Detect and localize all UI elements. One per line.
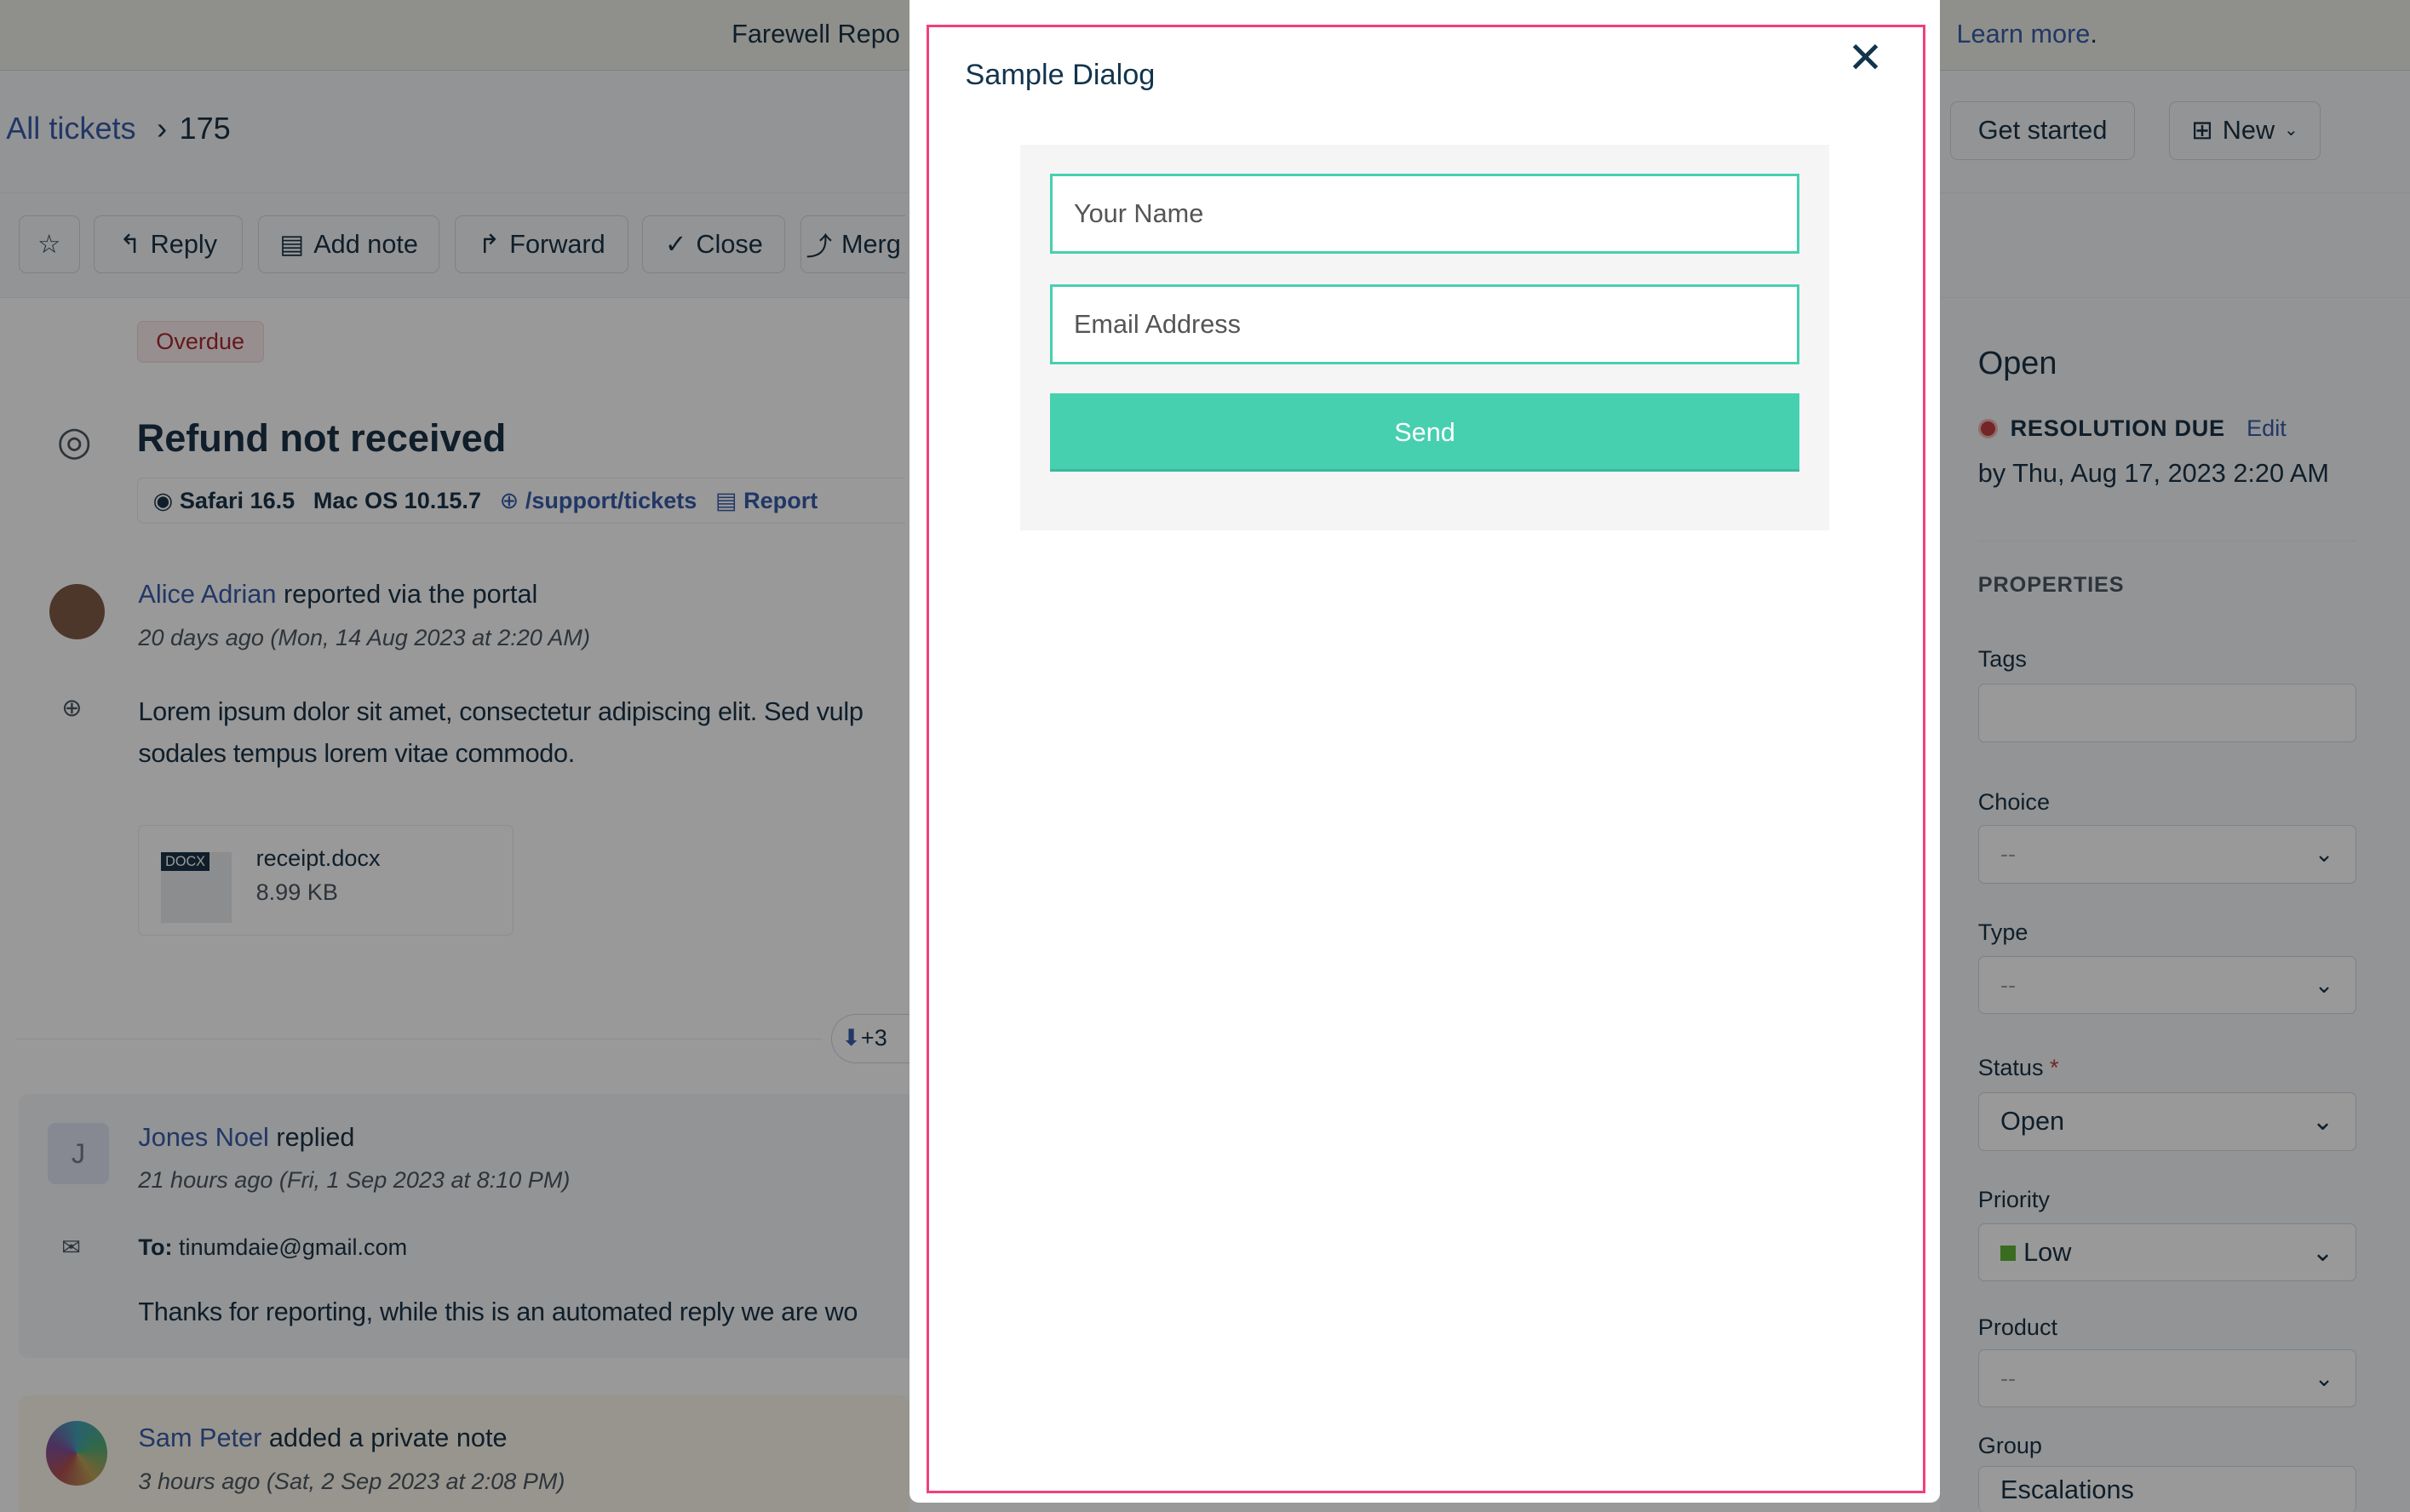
ticket-number: 175 bbox=[179, 110, 231, 146]
expand-conversations-button[interactable]: ⬇+3 bbox=[831, 1014, 910, 1063]
sam-avatar bbox=[46, 1421, 108, 1486]
forward-icon: ↱ bbox=[478, 228, 501, 259]
priority-label: Priority bbox=[1977, 1186, 2050, 1213]
to-label: To: bbox=[138, 1234, 173, 1261]
to-email: tinumdaie@gmail.com bbox=[179, 1234, 408, 1261]
message-action: added a private note bbox=[268, 1423, 508, 1453]
author-link[interactable]: Alice Adrian bbox=[138, 579, 276, 609]
reply-icon: ↰ bbox=[119, 228, 141, 259]
report-link[interactable]: ▤ Report bbox=[715, 487, 818, 514]
expand-count: +3 bbox=[860, 1023, 887, 1051]
add-note-label: Add note bbox=[313, 228, 418, 259]
docx-file-icon: DOCX bbox=[160, 851, 232, 923]
globe-icon: ⊕ bbox=[61, 694, 83, 722]
divider bbox=[15, 1039, 823, 1040]
chevron-down-icon: ⌄ bbox=[2314, 1364, 2334, 1391]
plus-square-icon: ⊞ bbox=[2191, 115, 2213, 146]
chevron-down-icon: ⌄ bbox=[2283, 121, 2298, 140]
group-label: Group bbox=[1977, 1432, 2042, 1459]
new-button[interactable]: ⊞ New ⌄ bbox=[2168, 101, 2321, 160]
status-heading: Open bbox=[1977, 346, 2057, 382]
message-body: Thanks for reporting, while this is an a… bbox=[138, 1297, 858, 1327]
overdue-dot-icon bbox=[1977, 418, 1999, 438]
chevron-down-icon: ⌄ bbox=[2311, 1106, 2334, 1137]
attachment-name: receipt.docx bbox=[255, 844, 381, 871]
source-url-link[interactable]: ⊕ /support/tickets bbox=[500, 487, 697, 514]
choice-label: Choice bbox=[1977, 788, 2051, 815]
message-time: 3 hours ago (Sat, 2 Sep 2023 at 2:08 PM) bbox=[138, 1467, 565, 1494]
edit-due-link[interactable]: Edit bbox=[2246, 415, 2287, 442]
message-body-cont: sodales tempus lorem vitae commodo. bbox=[138, 737, 575, 768]
jones-avatar: J bbox=[47, 1123, 110, 1185]
add-note-button[interactable]: ▤ Add note bbox=[258, 215, 440, 274]
message-time: 21 hours ago (Fri, 1 Sep 2023 at 8:10 PM… bbox=[138, 1166, 571, 1193]
ticket-title: Refund not received bbox=[136, 416, 507, 461]
email-input[interactable] bbox=[1049, 284, 1800, 364]
author-link[interactable]: Jones Noel bbox=[138, 1122, 268, 1152]
product-label: Product bbox=[1977, 1314, 2058, 1341]
learn-more-link[interactable]: Learn more bbox=[1957, 19, 2091, 49]
safari-meta: ◉ Safari 16.5 bbox=[152, 487, 296, 514]
message-body: Lorem ipsum dolor sit amet, consectetur … bbox=[138, 696, 864, 727]
type-select[interactable]: -- ⌄ bbox=[1977, 955, 2356, 1015]
merge-label: Merg bbox=[841, 228, 901, 259]
os-meta: Mac OS 10.15.7 bbox=[313, 487, 481, 514]
overdue-badge: Overdue bbox=[136, 321, 264, 363]
tags-label: Tags bbox=[1977, 645, 2027, 673]
mail-icon: ✉ bbox=[61, 1234, 81, 1261]
chevron-down-icon: ⌄ bbox=[2314, 971, 2334, 998]
note-icon: ▤ bbox=[279, 228, 305, 259]
globe-icon: ◎ bbox=[56, 418, 92, 463]
chevron-down-icon: ⌄ bbox=[2311, 1236, 2334, 1267]
status-select[interactable]: Open ⌄ bbox=[1977, 1092, 2356, 1151]
priority-select[interactable]: Low ⌄ bbox=[1977, 1223, 2356, 1282]
group-select[interactable]: Escalations bbox=[1977, 1465, 2356, 1512]
close-label: Close bbox=[696, 228, 763, 259]
banner-text: Farewell Repo bbox=[732, 18, 900, 49]
author-link[interactable]: Sam Peter bbox=[138, 1423, 261, 1452]
check-circle-icon: ✓ bbox=[664, 228, 687, 259]
attachment-card[interactable]: DOCX receipt.docx 8.99 KB bbox=[138, 825, 514, 936]
get-started-button[interactable]: Get started bbox=[1950, 101, 2135, 160]
dialog-title: Sample Dialog bbox=[965, 58, 1156, 91]
close-button[interactable]: ✓ Close bbox=[642, 215, 786, 274]
merge-button[interactable]: ⤴ Merg bbox=[800, 215, 906, 274]
close-dialog-button[interactable]: ✕ bbox=[1847, 37, 1883, 80]
properties-heading: PROPERTIES bbox=[1977, 573, 2125, 598]
alice-avatar bbox=[49, 583, 105, 639]
required-asterisk: * bbox=[2050, 1054, 2059, 1081]
attachment-size: 8.99 KB bbox=[255, 878, 338, 905]
forward-button[interactable]: ↱ Forward bbox=[455, 215, 629, 274]
type-label: Type bbox=[1977, 919, 2028, 946]
all-tickets-link[interactable]: All tickets bbox=[6, 111, 135, 146]
message-action: reported via the portal bbox=[283, 579, 538, 610]
new-label: New bbox=[2222, 115, 2275, 146]
star-icon: ☆ bbox=[37, 228, 61, 259]
banner-suffix: . bbox=[2090, 18, 2097, 49]
priority-low-icon bbox=[2000, 1245, 2017, 1261]
get-started-label: Get started bbox=[1977, 115, 2108, 146]
star-button[interactable]: ☆ bbox=[18, 215, 80, 274]
arrow-down-icon: ⬇ bbox=[841, 1023, 861, 1051]
message-time: 20 days ago (Mon, 14 Aug 2023 at 2:20 AM… bbox=[138, 623, 590, 650]
merge-icon: ⤴ bbox=[806, 232, 833, 262]
message-action: replied bbox=[276, 1121, 355, 1152]
chevron-down-icon: ⌄ bbox=[2314, 840, 2334, 868]
ticket-meta: ◉ Safari 16.5 Mac OS 10.15.7 ⊕ /support/… bbox=[136, 478, 906, 524]
status-label: Status bbox=[1977, 1054, 2044, 1081]
choice-select[interactable]: -- ⌄ bbox=[1977, 825, 2356, 884]
close-icon: ✕ bbox=[1847, 33, 1884, 83]
send-button[interactable]: Send bbox=[1049, 393, 1800, 472]
reply-label: Reply bbox=[150, 228, 218, 259]
due-date: by Thu, Aug 17, 2023 2:20 AM bbox=[1977, 457, 2329, 488]
name-input[interactable] bbox=[1049, 173, 1800, 254]
product-select[interactable]: -- ⌄ bbox=[1977, 1349, 2356, 1408]
resolution-due-label: RESOLUTION DUE bbox=[2010, 415, 2225, 442]
tags-input[interactable] bbox=[1977, 684, 2356, 742]
reply-button[interactable]: ↰ Reply bbox=[94, 215, 244, 274]
breadcrumb: All tickets › 175 bbox=[6, 111, 231, 146]
breadcrumb-separator: › bbox=[157, 110, 168, 146]
forward-label: Forward bbox=[509, 228, 605, 259]
